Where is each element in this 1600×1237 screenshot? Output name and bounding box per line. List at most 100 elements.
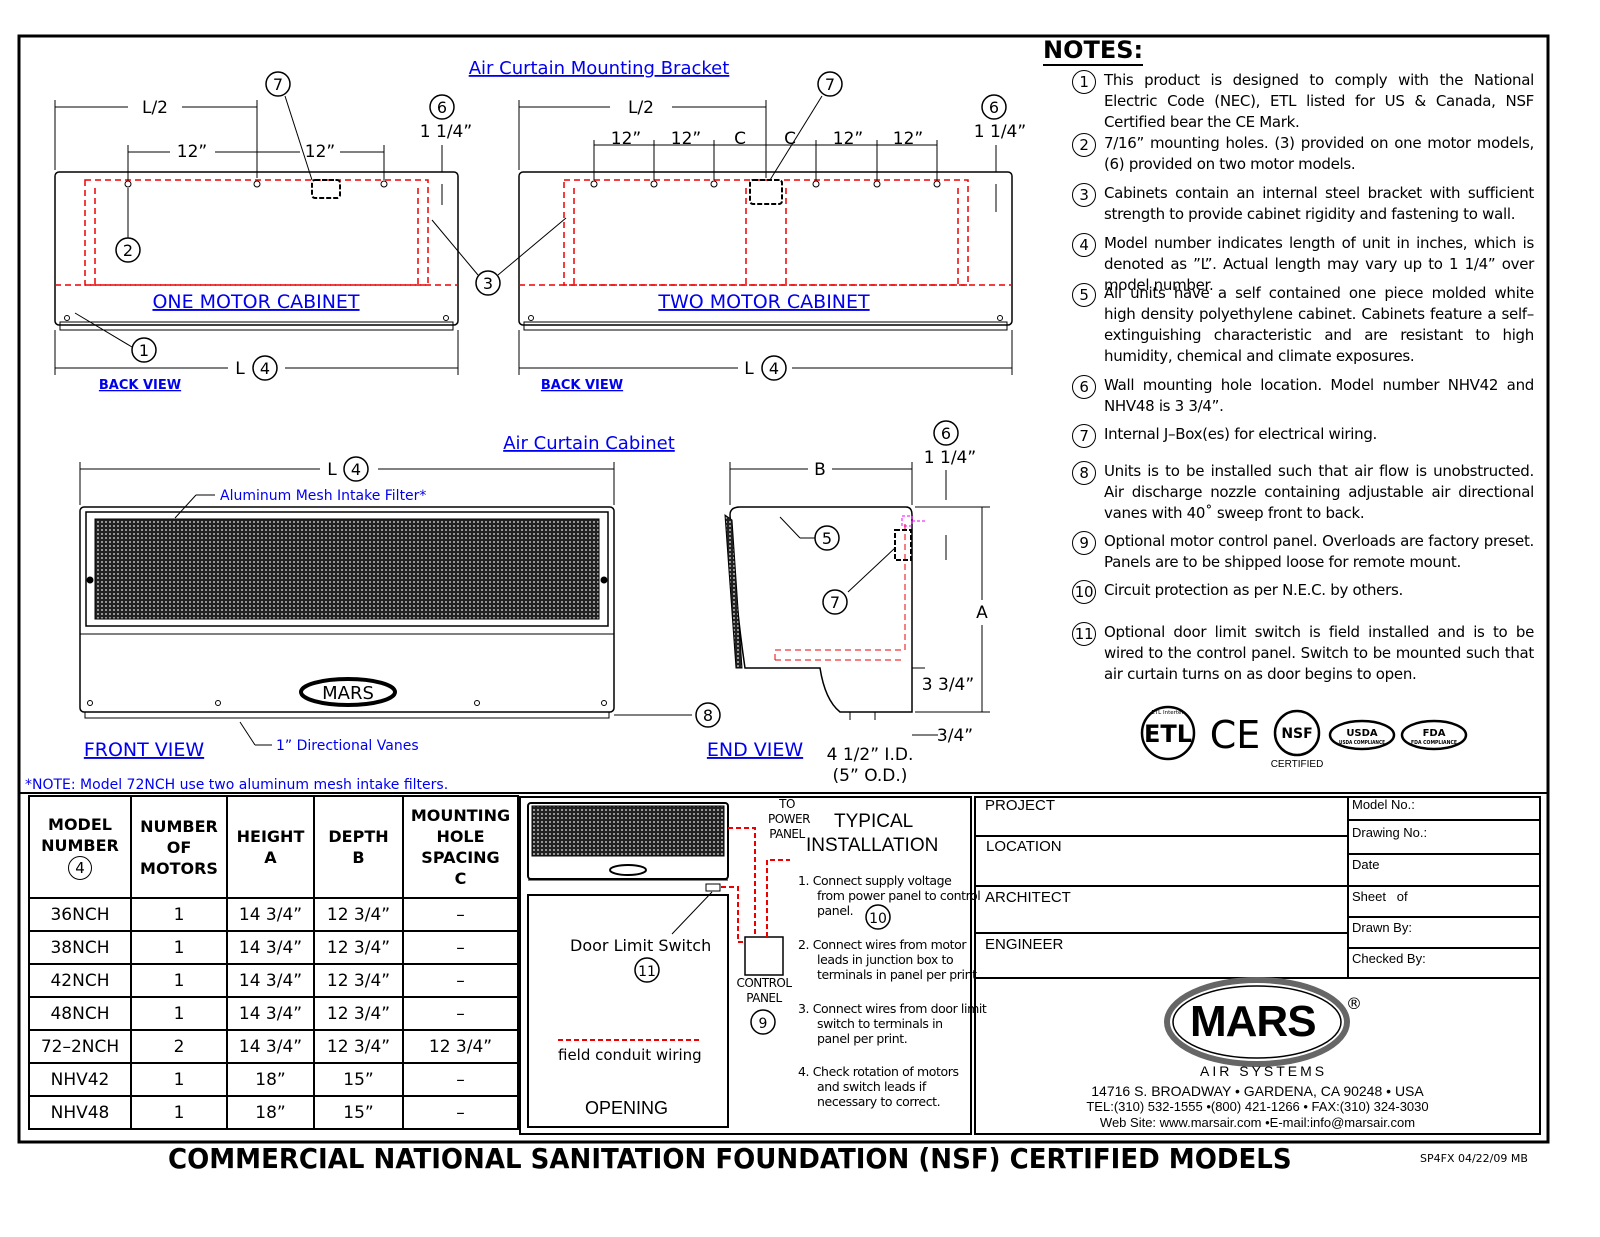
note-number: 6 (1072, 375, 1096, 399)
notes-title: NOTES: (1043, 36, 1144, 66)
company-phone: TEL:(310) 532-1555 •(800) 421-1266 • FAX… (1086, 1099, 1429, 1114)
table-cell: – (402, 1062, 519, 1097)
table-cell: 14 3/4” (226, 963, 315, 998)
callout-4: 4 (252, 355, 278, 381)
svg-text:FRONT VIEW: FRONT VIEW (84, 739, 205, 761)
sheet-title: COMMERCIAL NATIONAL SANITATION FOUNDATIO… (168, 1142, 1292, 1175)
installation-step: 2. Connect wires from motor leads in junc… (798, 937, 981, 982)
note-number: 7 (1072, 424, 1096, 448)
svg-text:12”: 12” (305, 142, 335, 162)
model-no-field[interactable]: Model No.: (1352, 797, 1415, 812)
svg-text:7: 7 (825, 75, 835, 94)
callout-4: 4 (761, 355, 787, 381)
note-item: 5 All units have a self contained one pie… (1072, 283, 1534, 367)
installation-step: 4. Check rotation of motors and switch le… (798, 1064, 959, 1109)
svg-text:6: 6 (941, 424, 951, 443)
step-text: from power panel to control (817, 888, 981, 903)
table-cell: 12 3/4” (313, 1029, 404, 1064)
table-cell: 14 3/4” (226, 1029, 315, 1064)
header-height: HEIGHT A (226, 795, 315, 899)
company-address: 14716 S. BROADWAY • GARDENA, CA 90248 • … (1091, 1083, 1424, 1099)
svg-text:BACK VIEW: BACK VIEW (541, 378, 623, 393)
table-cell: 14 3/4” (226, 930, 315, 965)
note-number: 1 (1072, 70, 1096, 94)
two-motor-back-view (518, 100, 1013, 375)
table-row: NHV42 1 18” 15” – (28, 1062, 519, 1097)
table-cell: 12 3/4” (313, 930, 404, 965)
control-panel-label: CONTROL PANEL (736, 976, 792, 1005)
table-cell: 38NCH (28, 930, 132, 965)
table-cell: NHV48 (28, 1095, 132, 1130)
note-item: 9 Optional motor control panel. Overloads… (1072, 531, 1534, 573)
svg-text:USDA: USDA (1346, 728, 1378, 739)
note-number: 8 (1072, 461, 1096, 485)
table-cell: 1 (130, 1062, 228, 1097)
architect-field[interactable]: ARCHITECT (985, 889, 1071, 906)
svg-text:3 3/4”: 3 3/4” (922, 675, 974, 695)
drawing-no-field[interactable]: Drawing No.: (1352, 825, 1427, 840)
svg-text:C: C (784, 129, 796, 149)
callout-3: 3 (475, 270, 501, 296)
table-cell: 36NCH (28, 897, 132, 932)
svg-text:ETL: ETL (1144, 720, 1192, 748)
svg-text:BACK VIEW: BACK VIEW (99, 378, 181, 393)
table-row: 72–2NCH 2 14 3/4” 12 3/4” 12 3/4” (28, 1029, 519, 1064)
sheet-field[interactable]: Sheet of (1352, 889, 1408, 904)
step-text: Connect wires from door limit (812, 1001, 987, 1016)
callout-8: 8 (695, 702, 721, 728)
table-cell: 2 (130, 1029, 228, 1064)
date-field[interactable]: Date (1352, 857, 1379, 872)
svg-text:6: 6 (989, 98, 999, 117)
svg-text:12”: 12” (833, 129, 863, 149)
step-number: 1. (798, 873, 810, 888)
sheet-code: SP4FX 04/22/09 MB (1420, 1152, 1528, 1165)
note-item: 3 Cabinets contain an internal steel brac… (1072, 183, 1534, 225)
step-number: 2. (798, 937, 810, 952)
step-text: necessary to correct. (817, 1094, 941, 1109)
installation-step: 3. Connect wires from door limit switch t… (798, 1001, 987, 1046)
project-field[interactable]: PROJECT (985, 797, 1055, 814)
svg-text:L/2: L/2 (628, 98, 654, 118)
note-number: 3 (1072, 183, 1096, 207)
table-cell: 15” (313, 1095, 404, 1130)
header-mounting-hole-spacing: MOUNTING HOLE SPACING C (402, 795, 519, 899)
svg-text:L: L (327, 460, 337, 480)
callout-1: 1 (131, 337, 157, 363)
svg-text:1” Directional Vanes: 1” Directional Vanes (276, 738, 419, 754)
step-text: terminals in panel per print. (817, 967, 981, 982)
svg-text:8: 8 (703, 706, 713, 725)
svg-text:6: 6 (437, 98, 447, 117)
table-cell: – (402, 963, 519, 998)
to-power-panel-label: TO POWER PANEL (768, 797, 810, 841)
note-number: 4 (1072, 233, 1096, 257)
table-row: 36NCH 1 14 3/4” 12 3/4” – (28, 897, 519, 932)
engineer-field[interactable]: ENGINEER (985, 936, 1063, 953)
note-text: Internal J–Box(es) for electrical wiring… (1104, 425, 1378, 443)
usda-mark: USDA USDA COMPLIANCE (1328, 719, 1396, 751)
note-item: 8 Units is to be installed such that air … (1072, 461, 1534, 524)
svg-text:TWO MOTOR CABINET: TWO MOTOR CABINET (657, 291, 870, 313)
location-field[interactable]: LOCATION (986, 838, 1062, 855)
svg-text:L/2: L/2 (142, 98, 168, 118)
header-depth: DEPTH B (313, 795, 404, 899)
note-number: 11 (1072, 622, 1096, 646)
step-number: 3. (798, 1001, 810, 1016)
checked-by-field[interactable]: Checked By: (1352, 951, 1426, 966)
table-cell: – (402, 897, 519, 932)
svg-text:4: 4 (260, 359, 270, 378)
step-text: leads in junction box to (817, 952, 954, 967)
callout-2: 2 (115, 237, 141, 263)
table-cell: 1 (130, 996, 228, 1031)
svg-text:12”: 12” (177, 142, 207, 162)
drawn-by-field[interactable]: Drawn By: (1352, 920, 1412, 935)
svg-text:(5” O.D.): (5” O.D.) (833, 766, 908, 786)
etl-mark: ETL ETL Intertek (1140, 705, 1196, 761)
registered-mark: ® (1346, 994, 1362, 1013)
svg-text:L: L (744, 359, 754, 379)
svg-text:Air Curtain Cabinet: Air Curtain Cabinet (503, 433, 675, 454)
note-item: 6 Wall mounting hole location. Model numb… (1072, 375, 1534, 417)
svg-text:12”: 12” (671, 129, 701, 149)
note-text: Circuit protection as per N.E.C. by othe… (1104, 581, 1403, 599)
svg-text:7: 7 (273, 75, 283, 94)
svg-text:4: 4 (769, 359, 779, 378)
